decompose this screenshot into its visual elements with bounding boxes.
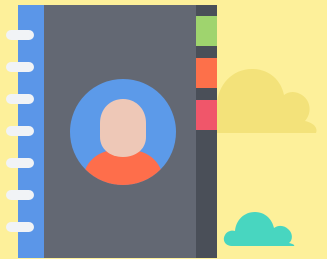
- binder-ring: [6, 30, 34, 40]
- binder-ring: [6, 222, 34, 232]
- avatar-face: [100, 99, 146, 157]
- tab-red: [196, 100, 217, 130]
- cloud-teal-icon: [223, 212, 295, 246]
- binder-ring: [6, 62, 34, 72]
- illustration-canvas: [0, 0, 327, 259]
- binder-ring: [6, 158, 34, 168]
- contact-avatar-icon: [70, 79, 176, 185]
- tab-orange: [196, 58, 217, 88]
- tab-green: [196, 16, 217, 46]
- binder-ring: [6, 126, 34, 136]
- binder-ring: [6, 94, 34, 104]
- binder-ring: [6, 190, 34, 200]
